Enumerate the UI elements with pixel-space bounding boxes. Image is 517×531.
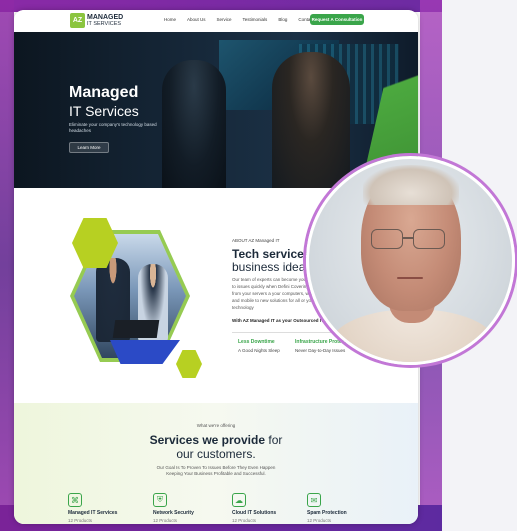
services-section: What we're offering Services we provide … (14, 403, 418, 524)
hero-person-left (162, 60, 226, 188)
request-consultation-button[interactable]: Request A Consultation (310, 14, 364, 25)
service-card-managed-it[interactable]: ⌘ Managed IT Services 12 Products (68, 493, 138, 523)
about-heading-line-1: Tech services (232, 247, 311, 261)
service-count: 12 Products (68, 518, 93, 523)
services-heading-bold: Services we provide (149, 433, 266, 447)
services-heading-line-1: Services we provide for (14, 433, 418, 447)
cloud-icon: ☁ (232, 493, 246, 507)
background-frame-left (0, 0, 14, 531)
services-paragraph: Our Goal Is To Proven To Issues Before T… (156, 465, 276, 476)
hero-subtitle: Eliminate your company's technology base… (69, 122, 157, 133)
top-navigation: AZ MANAGED IT SERVICES Home About Us Ser… (14, 10, 418, 32)
avatar-glasses-right (413, 229, 445, 249)
nav-link-blog[interactable]: Blog (278, 17, 287, 22)
feature-title-downtime: Less Downtime (238, 339, 275, 345)
avatar-glasses-left (371, 229, 403, 249)
hexagon-blue-accent (110, 340, 180, 364)
service-card-cloud[interactable]: ☁ Cloud IT Solutions 12 Products (232, 493, 302, 523)
avatar-hair (363, 165, 459, 205)
hero-title-line-2: IT Services (69, 103, 139, 119)
hero-person-right (272, 52, 350, 188)
nav-link-service[interactable]: Service (217, 17, 232, 22)
hero-title-line-1: Managed (69, 84, 139, 101)
service-count: 12 Products (307, 518, 332, 523)
shield-network-icon: ⛨ (153, 493, 167, 507)
nav-link-about[interactable]: About Us (187, 17, 206, 22)
about-heading-line-2: business idea (232, 260, 306, 274)
logo-line-2: IT SERVICES (87, 20, 122, 27)
about-kicker: ABOUT AZ Managed IT (232, 238, 280, 243)
avatar-mouth (397, 277, 423, 279)
site-logo[interactable]: AZ MANAGED IT SERVICES (70, 13, 123, 28)
service-name: Network Security (153, 510, 194, 516)
services-kicker: What we're offering (196, 423, 236, 428)
logo-line-1: MANAGED (87, 13, 124, 21)
logo-mark: AZ (70, 13, 85, 28)
service-name: Spam Protection (307, 510, 347, 516)
services-heading-rest: for (265, 433, 283, 447)
service-count: 12 Products (153, 518, 178, 523)
nav-links: Home About Us Service Testimonials Blog … (164, 17, 321, 22)
team-photo-laptop (112, 320, 160, 338)
nav-link-home[interactable]: Home (164, 17, 176, 22)
learn-more-button[interactable]: Learn More (69, 142, 109, 153)
logo-text: MANAGED IT SERVICES (87, 14, 123, 28)
services-heading-line-2: our customers. (176, 447, 256, 461)
service-card-spam-protection[interactable]: ✉ Spam Protection 12 Products (307, 493, 377, 523)
feature-subtitle-downtime: A Good Nights Sleep (238, 348, 280, 353)
network-icon: ⌘ (68, 493, 82, 507)
service-card-network-security[interactable]: ⛨ Network Security 12 Products (153, 493, 223, 523)
testimonial-avatar (306, 156, 515, 365)
service-count: 12 Products (232, 518, 257, 523)
hero-section: Managed IT Services Eliminate your compa… (14, 32, 418, 188)
nav-link-testimonials[interactable]: Testimonials (243, 17, 268, 22)
hexagon-lime-accent-bottom (176, 350, 202, 378)
avatar-glasses-bridge (403, 237, 413, 239)
mail-shield-icon: ✉ (307, 493, 321, 507)
service-name: Cloud IT Solutions (232, 510, 277, 516)
service-name: Managed IT Services (68, 510, 118, 516)
